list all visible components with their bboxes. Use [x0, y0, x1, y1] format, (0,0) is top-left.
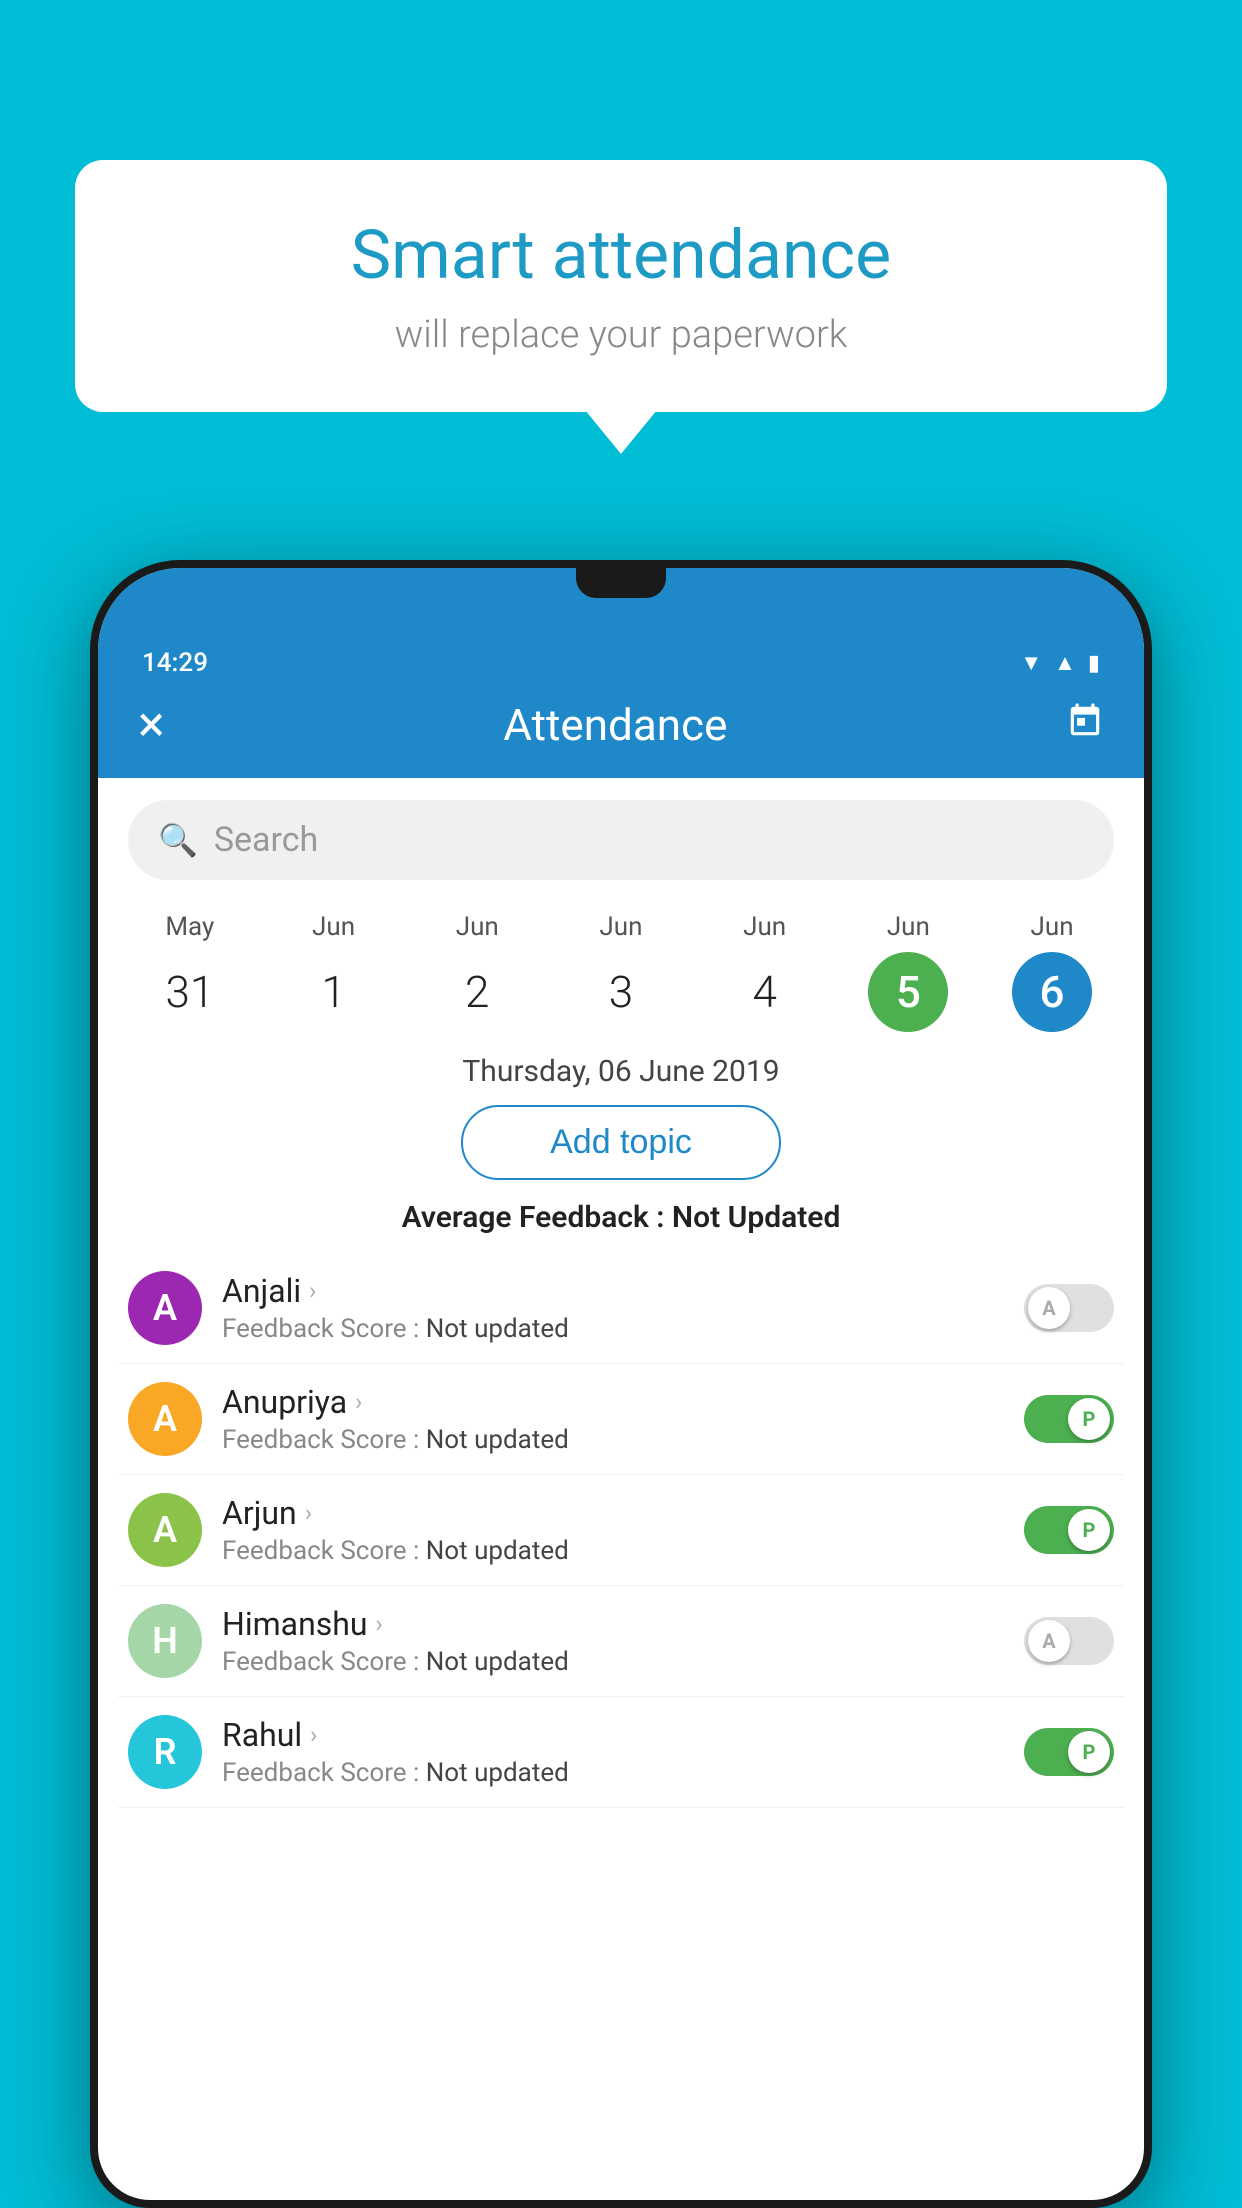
battery-icon: ▮	[1088, 651, 1100, 676]
student-feedback: Feedback Score : Not updated	[222, 1425, 1004, 1455]
search-bar[interactable]: 🔍 Search	[128, 800, 1114, 880]
student-name: Anupriya ›	[222, 1383, 1004, 1421]
attendance-toggle[interactable]: P	[1024, 1728, 1114, 1776]
bubble-title: Smart attendance	[135, 215, 1107, 295]
calendar-day[interactable]: Jun 1	[289, 912, 379, 1032]
student-info: Rahul › Feedback Score : Not updated	[222, 1716, 1004, 1788]
search-placeholder: Search	[214, 820, 318, 860]
student-feedback: Feedback Score : Not updated	[222, 1758, 1004, 1788]
speech-bubble-container: Smart attendance will replace your paper…	[75, 160, 1167, 412]
cal-date-label[interactable]: 2	[437, 952, 517, 1032]
phone-frame: 14:29 ▼ ▲ ▮ × Attendance	[90, 560, 1152, 2208]
student-info: Anupriya › Feedback Score : Not updated	[222, 1383, 1004, 1455]
chevron-icon: ›	[309, 1277, 316, 1305]
avatar: A	[128, 1382, 202, 1456]
chevron-icon: ›	[305, 1499, 312, 1527]
average-feedback: Average Feedback : Not Updated	[98, 1200, 1144, 1235]
cal-month-label: May	[165, 912, 214, 942]
calendar-day[interactable]: Jun 5	[863, 912, 953, 1032]
student-feedback: Feedback Score : Not updated	[222, 1536, 1004, 1566]
calendar-strip: May 31 Jun 1 Jun 2 Jun 3 Jun 4 Jun 5 Jun 6	[98, 902, 1144, 1032]
app-header: 14:29 ▼ ▲ ▮ × Attendance	[98, 568, 1144, 778]
status-icons: ▼ ▲ ▮	[1020, 650, 1100, 676]
avg-feedback-value: Not Updated	[672, 1200, 840, 1235]
toggle-knob: P	[1068, 1731, 1110, 1773]
avatar: A	[128, 1493, 202, 1567]
calendar-day[interactable]: Jun 6	[1007, 912, 1097, 1032]
cal-date-label[interactable]: 4	[725, 952, 805, 1032]
student-list: AAnjali ›Feedback Score : Not updatedAAA…	[98, 1253, 1144, 1808]
student-item[interactable]: A Arjun › Feedback Score : Not updated P	[118, 1475, 1124, 1586]
avatar: R	[128, 1715, 202, 1789]
calendar-day[interactable]: Jun 4	[720, 912, 810, 1032]
search-icon: 🔍	[158, 821, 198, 859]
cal-date-label[interactable]: 6	[1012, 952, 1092, 1032]
student-name: Arjun ›	[222, 1494, 1004, 1532]
chevron-icon: ›	[355, 1388, 362, 1416]
cal-month-label: Jun	[599, 912, 642, 942]
signal-icon: ▲	[1054, 650, 1076, 676]
student-name: Anjali ›	[222, 1272, 1004, 1310]
toggle-knob: A	[1028, 1620, 1070, 1662]
attendance-toggle[interactable]: A	[1024, 1284, 1114, 1332]
add-topic-button[interactable]: Add topic	[461, 1105, 781, 1180]
attendance-toggle[interactable]: P	[1024, 1506, 1114, 1554]
phone-notch	[576, 568, 666, 598]
toggle-knob: P	[1068, 1398, 1110, 1440]
cal-month-label: Jun	[1031, 912, 1074, 942]
student-item[interactable]: H Himanshu › Feedback Score : Not updated A	[118, 1586, 1124, 1697]
cal-month-label: Jun	[743, 912, 786, 942]
chevron-icon: ›	[310, 1721, 317, 1749]
student-name: Rahul ›	[222, 1716, 1004, 1754]
close-button[interactable]: ×	[138, 696, 165, 754]
cal-date-label[interactable]: 31	[150, 952, 230, 1032]
avatar: A	[128, 1271, 202, 1345]
avg-feedback-label: Average Feedback :	[402, 1200, 672, 1235]
calendar-day[interactable]: Jun 3	[576, 912, 666, 1032]
phone-screen: 14:29 ▼ ▲ ▮ × Attendance	[98, 568, 1144, 2200]
student-name: Himanshu ›	[222, 1605, 1004, 1643]
cal-date-label[interactable]: 3	[581, 952, 661, 1032]
attendance-toggle[interactable]: P	[1024, 1395, 1114, 1443]
calendar-day[interactable]: Jun 2	[432, 912, 522, 1032]
avatar: H	[128, 1604, 202, 1678]
wifi-icon: ▼	[1020, 650, 1042, 676]
cal-date-label[interactable]: 5	[868, 952, 948, 1032]
cal-month-label: Jun	[312, 912, 355, 942]
bubble-subtitle: will replace your paperwork	[135, 313, 1107, 357]
selected-date: Thursday, 06 June 2019	[98, 1054, 1144, 1089]
attendance-toggle[interactable]: A	[1024, 1617, 1114, 1665]
student-feedback: Feedback Score : Not updated	[222, 1647, 1004, 1677]
student-info: Arjun › Feedback Score : Not updated	[222, 1494, 1004, 1566]
calendar-icon[interactable]	[1066, 702, 1104, 749]
cal-date-label[interactable]: 1	[294, 952, 374, 1032]
cal-month-label: Jun	[456, 912, 499, 942]
student-info: Himanshu › Feedback Score : Not updated	[222, 1605, 1004, 1677]
student-item[interactable]: A Anjali › Feedback Score : Not updated A	[118, 1253, 1124, 1364]
toggle-knob: P	[1068, 1509, 1110, 1551]
speech-bubble: Smart attendance will replace your paper…	[75, 160, 1167, 412]
calendar-day[interactable]: May 31	[145, 912, 235, 1032]
toggle-knob: A	[1028, 1287, 1070, 1329]
cal-month-label: Jun	[887, 912, 930, 942]
student-item[interactable]: A Anupriya › Feedback Score : Not updated P	[118, 1364, 1124, 1475]
student-info: Anjali › Feedback Score : Not updated	[222, 1272, 1004, 1344]
student-item[interactable]: R Rahul › Feedback Score : Not updated P	[118, 1697, 1124, 1808]
app-title: Attendance	[503, 699, 727, 751]
student-feedback: Feedback Score : Not updated	[222, 1314, 1004, 1344]
status-time: 14:29	[142, 648, 208, 678]
chevron-icon: ›	[376, 1610, 383, 1638]
